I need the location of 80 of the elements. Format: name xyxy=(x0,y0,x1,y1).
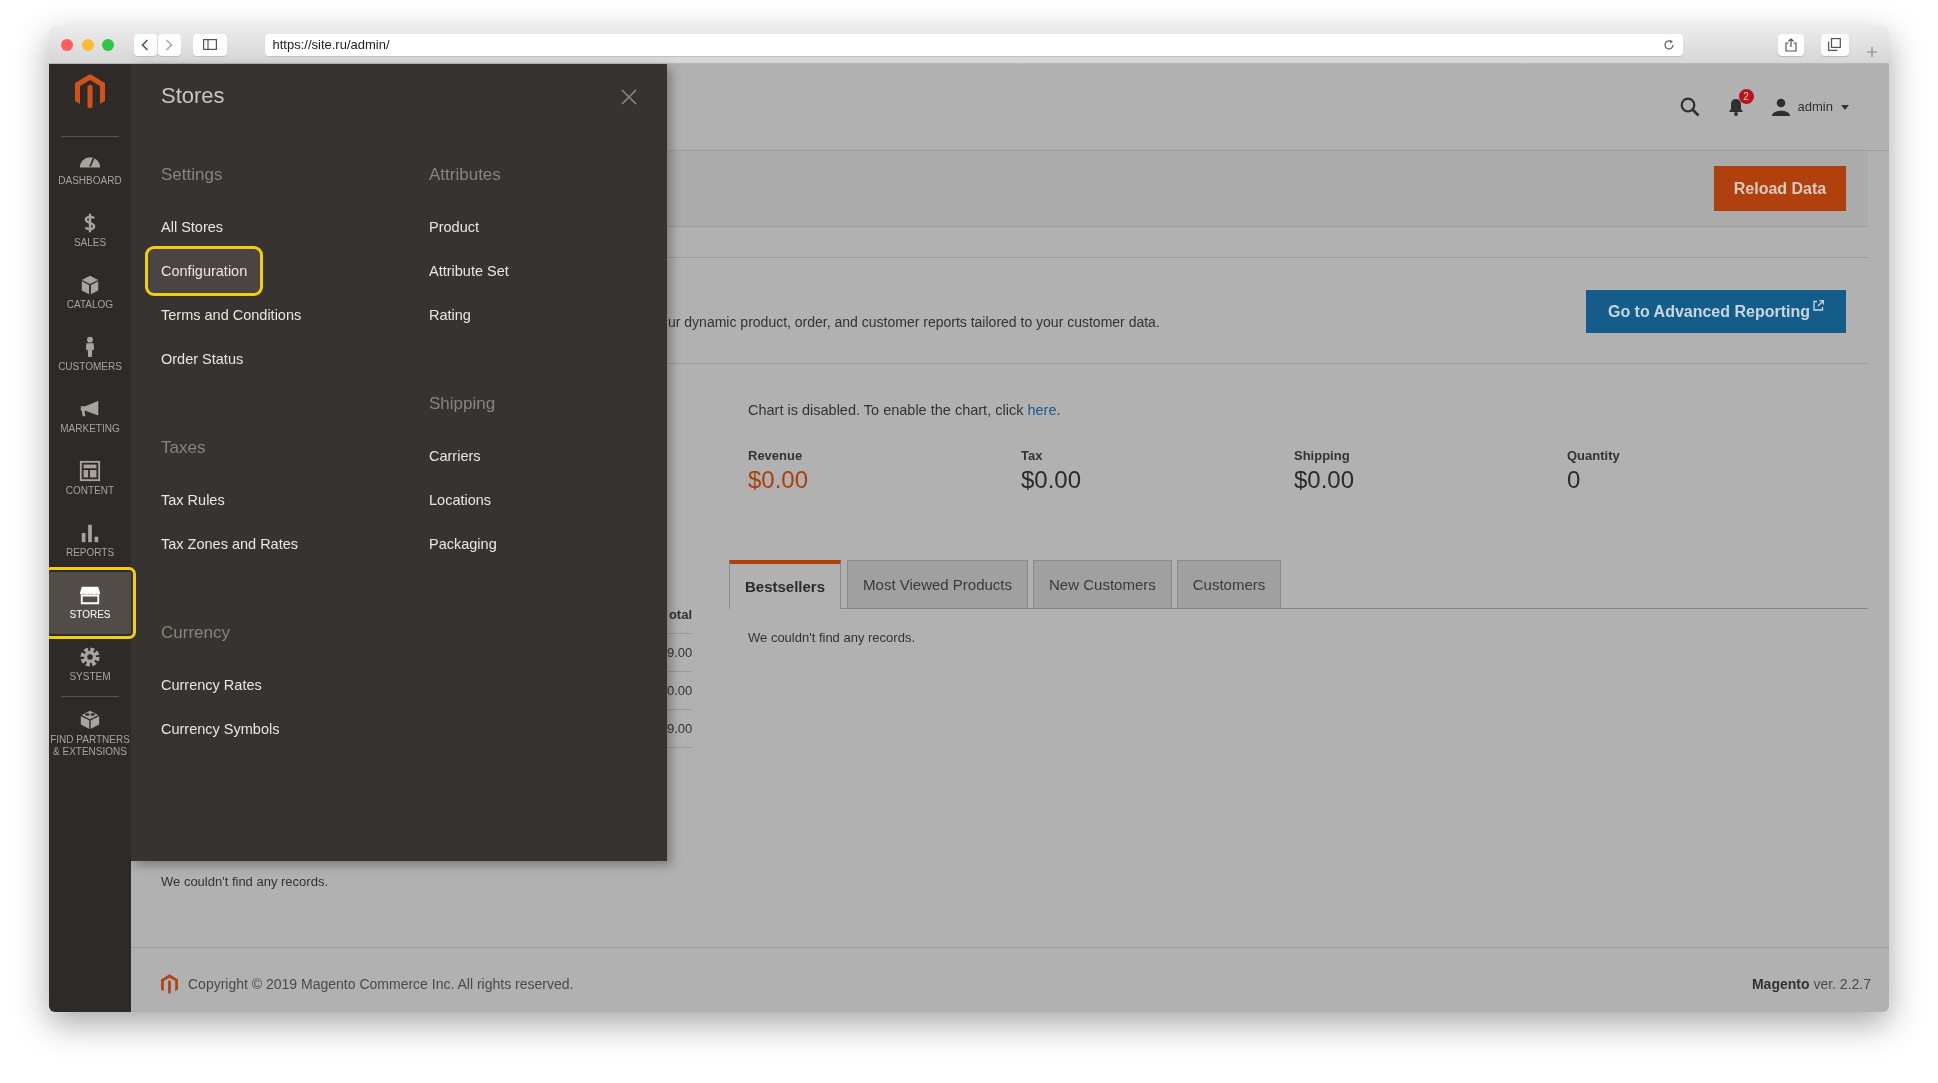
menu-item[interactable]: Configuration xyxy=(148,249,261,293)
empty-message: We couldn't find any records. xyxy=(161,873,329,891)
reporting-description: ur dynamic product, order, and customer reports tailored to your customer data. xyxy=(668,313,1160,332)
tab[interactable]: Most Viewed Products xyxy=(847,560,1029,609)
chevron-left-icon xyxy=(141,38,149,51)
sidebar-item[interactable]: MARKETING xyxy=(49,386,131,448)
menu-item[interactable]: Currency Rates xyxy=(148,663,275,707)
notification-count: 2 xyxy=(1738,89,1754,104)
section-heading: Shipping xyxy=(429,393,497,415)
gear-icon xyxy=(79,646,101,668)
total-value: $0.00 xyxy=(1294,465,1356,496)
section-heading: Attributes xyxy=(429,164,502,186)
menu-item[interactable]: Carriers xyxy=(416,434,494,478)
sidebar-item[interactable]: SYSTEM xyxy=(49,634,131,696)
tab[interactable]: Bestsellers xyxy=(729,560,842,610)
chart-notice: Chart is disabled. To enable the chart, click here. xyxy=(748,401,1062,420)
sidebar-item[interactable]: SALES xyxy=(49,200,131,262)
menu-item[interactable]: Rating xyxy=(416,293,484,337)
empty-message: We couldn't find any records. xyxy=(748,629,916,648)
share-icon xyxy=(1784,37,1797,52)
sidebar-item[interactable]: CATALOG xyxy=(49,262,131,324)
url-text: https://site.ru/admin/ xyxy=(272,35,390,54)
section-heading: Taxes xyxy=(161,437,207,459)
sidebar-icon xyxy=(202,39,217,50)
sidebar-item[interactable]: CONTENT xyxy=(49,448,131,510)
sidebar-item[interactable]: REPORTS xyxy=(49,510,131,572)
close-icon[interactable] xyxy=(621,89,637,105)
bar-chart-icon xyxy=(79,522,101,544)
total-value: $0.00 xyxy=(748,465,810,496)
window-control-icon[interactable] xyxy=(61,38,73,51)
layout-icon xyxy=(79,460,101,482)
sidebar-toggle-button[interactable] xyxy=(192,33,227,56)
total-label: Shipping xyxy=(1294,446,1351,465)
bell-icon xyxy=(1727,98,1744,116)
storefront-icon xyxy=(79,584,101,606)
tab[interactable]: New Customers xyxy=(1033,560,1172,609)
reload-icon[interactable] xyxy=(1662,38,1675,51)
tab[interactable]: Customers xyxy=(1176,560,1282,609)
reload-data-button[interactable]: Reload Data xyxy=(1714,166,1846,211)
menu-item[interactable]: Locations xyxy=(416,478,505,522)
menu-item[interactable]: Product xyxy=(416,205,492,249)
share-button[interactable] xyxy=(1777,33,1804,56)
plus-icon[interactable] xyxy=(1866,45,1878,58)
blocks-icon xyxy=(79,709,101,731)
menu-item[interactable]: Attribute Set xyxy=(416,249,522,293)
address-bar[interactable]: https://site.ru/admin/ xyxy=(264,33,1683,56)
copyright-text: Copyright © 2019 Magento Commerce Inc. All rights reserved. xyxy=(188,974,574,994)
external-link-icon xyxy=(1813,299,1825,311)
tabs-button[interactable] xyxy=(1820,33,1849,56)
version-text: Magento ver. 2.2.7 xyxy=(1751,974,1871,994)
menu-item[interactable]: Tax Zones and Rates xyxy=(148,522,312,566)
section-heading: Settings xyxy=(161,164,224,186)
chevron-right-icon xyxy=(165,38,173,51)
logo-icon[interactable] xyxy=(75,74,105,110)
sidebar-item[interactable]: DASHBOARD xyxy=(49,138,131,200)
total-value: $0.00 xyxy=(1021,465,1083,496)
tabs-icon xyxy=(1828,38,1841,51)
search-icon[interactable] xyxy=(1679,97,1700,117)
cube-icon xyxy=(79,274,101,296)
user-menu[interactable]: admin xyxy=(1771,97,1849,117)
menu-item[interactable]: Currency Symbols xyxy=(148,707,293,751)
total-label: Tax xyxy=(1021,446,1044,465)
menu-item[interactable]: Order Status xyxy=(148,337,257,381)
user-icon xyxy=(1771,98,1790,116)
back-button[interactable] xyxy=(133,33,157,56)
menu-item[interactable]: Terms and Conditions xyxy=(148,293,315,337)
logo-icon xyxy=(161,973,178,995)
caret-icon xyxy=(1841,104,1849,110)
total-value: 0 xyxy=(1567,465,1582,496)
section-heading: Currency xyxy=(161,622,231,644)
menu-item[interactable]: Tax Rules xyxy=(148,478,238,522)
advanced-reporting-button[interactable]: Go to Advanced Reporting xyxy=(1586,290,1846,333)
sidebar-item[interactable]: CUSTOMERS xyxy=(49,324,131,386)
menu-item[interactable]: Packaging xyxy=(416,522,510,566)
total-label: Quantity xyxy=(1567,446,1621,465)
panel-title: Stores xyxy=(161,82,225,110)
sidebar-item[interactable]: FIND PARTNERS & EXTENSIONS xyxy=(49,697,131,777)
total-label: Revenue xyxy=(748,446,804,465)
enable-chart-link[interactable]: here xyxy=(1027,402,1057,418)
menu-item[interactable]: All Stores xyxy=(148,205,237,249)
